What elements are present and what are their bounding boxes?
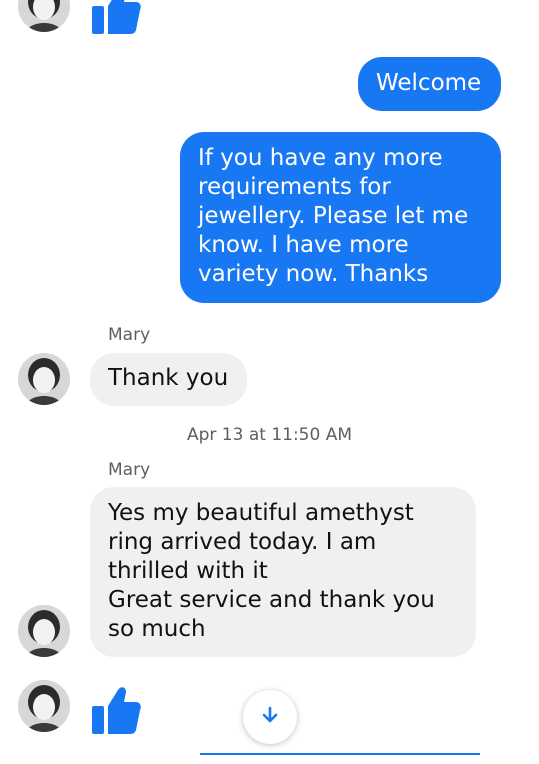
avatar[interactable]: [18, 0, 70, 32]
outgoing-message-bubble[interactable]: If you have any more requirements for je…: [180, 132, 501, 303]
outgoing-message-bubble[interactable]: Welcome: [358, 57, 501, 111]
message-text: Welcome: [376, 70, 482, 96]
sender-name: Mary: [108, 325, 151, 345]
timestamp: Apr 13 at 11:50 AM: [186, 425, 353, 445]
composer-divider: [200, 753, 480, 755]
message-line: requirements for: [198, 174, 391, 200]
incoming-message-bubble[interactable]: Yes my beautiful amethyst ring arrived t…: [90, 487, 476, 657]
avatar[interactable]: [18, 353, 70, 405]
message-text: Thank you: [108, 365, 229, 391]
message-line: If you have any more: [198, 145, 443, 171]
sender-name: Mary: [108, 460, 151, 480]
message-line: Great service and thank you: [108, 587, 435, 613]
thumbs-up-icon[interactable]: [90, 676, 142, 740]
scroll-to-bottom-button[interactable]: [243, 690, 297, 744]
message-line: Yes my beautiful amethyst: [108, 500, 414, 526]
message-line: so much: [108, 616, 206, 642]
message-line: jewellery. Please let me: [198, 203, 469, 229]
avatar[interactable]: [18, 680, 70, 732]
incoming-message-bubble[interactable]: Thank you: [90, 353, 247, 406]
avatar[interactable]: [18, 605, 70, 657]
message-line: know. I have more: [198, 232, 409, 258]
message-line: ring arrived today. I am: [108, 529, 377, 555]
arrow-down-icon: [260, 705, 280, 729]
thumbs-up-icon[interactable]: [90, 0, 142, 40]
message-line: thrilled with it: [108, 558, 268, 584]
message-line: variety now. Thanks: [198, 261, 429, 287]
